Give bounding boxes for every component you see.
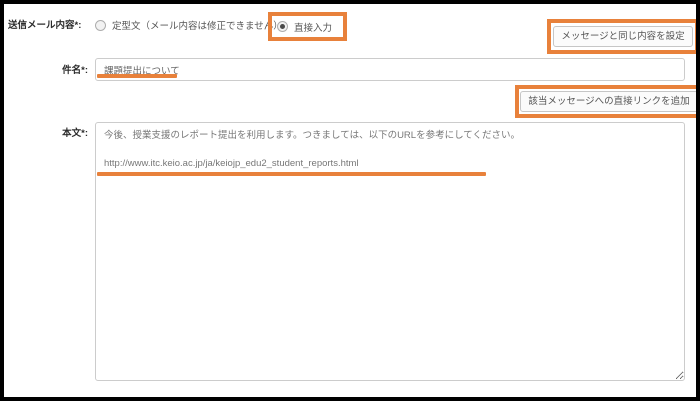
radio-option-template-text-label: 定型文（メール内容は修正できません）	[112, 18, 283, 32]
radio-option-direct-input[interactable]: 直接入力	[277, 19, 332, 35]
highlight-box-same-as-message: メッセージと同じ内容を設定	[547, 19, 696, 54]
mail-content-label: 送信メール内容*:	[8, 19, 81, 33]
body-label: 本文*:	[24, 127, 88, 141]
subject-underline-annotation	[97, 74, 177, 78]
highlight-box-direct-input: 直接入力	[268, 12, 347, 41]
screenshot-frame: 送信メール内容*: 定型文（メール内容は修正できません） 直接入力 メッセージと…	[0, 0, 700, 401]
subject-input[interactable]	[95, 58, 685, 81]
add-direct-link-button[interactable]: 該当メッセージへの直接リンクを追加	[520, 91, 696, 112]
highlight-box-add-direct-link: 該当メッセージへの直接リンクを追加	[515, 85, 696, 118]
url-underline-annotation	[97, 172, 486, 176]
same-as-message-button[interactable]: メッセージと同じ内容を設定	[553, 26, 692, 47]
subject-label: 件名*:	[24, 64, 88, 78]
radio-option-direct-input-label: 直接入力	[294, 20, 332, 34]
radio-option-template-text[interactable]: 定型文（メール内容は修正できません）	[95, 17, 283, 33]
mail-compose-form: 送信メール内容*: 定型文（メール内容は修正できません） 直接入力 メッセージと…	[4, 4, 696, 397]
body-textarea[interactable]: 今後、授業支援のレポート提出を利用します。つきましては、以下のURLを参考にして…	[95, 122, 685, 381]
radio-unselected-icon[interactable]	[95, 20, 106, 31]
radio-selected-icon[interactable]	[277, 21, 288, 32]
